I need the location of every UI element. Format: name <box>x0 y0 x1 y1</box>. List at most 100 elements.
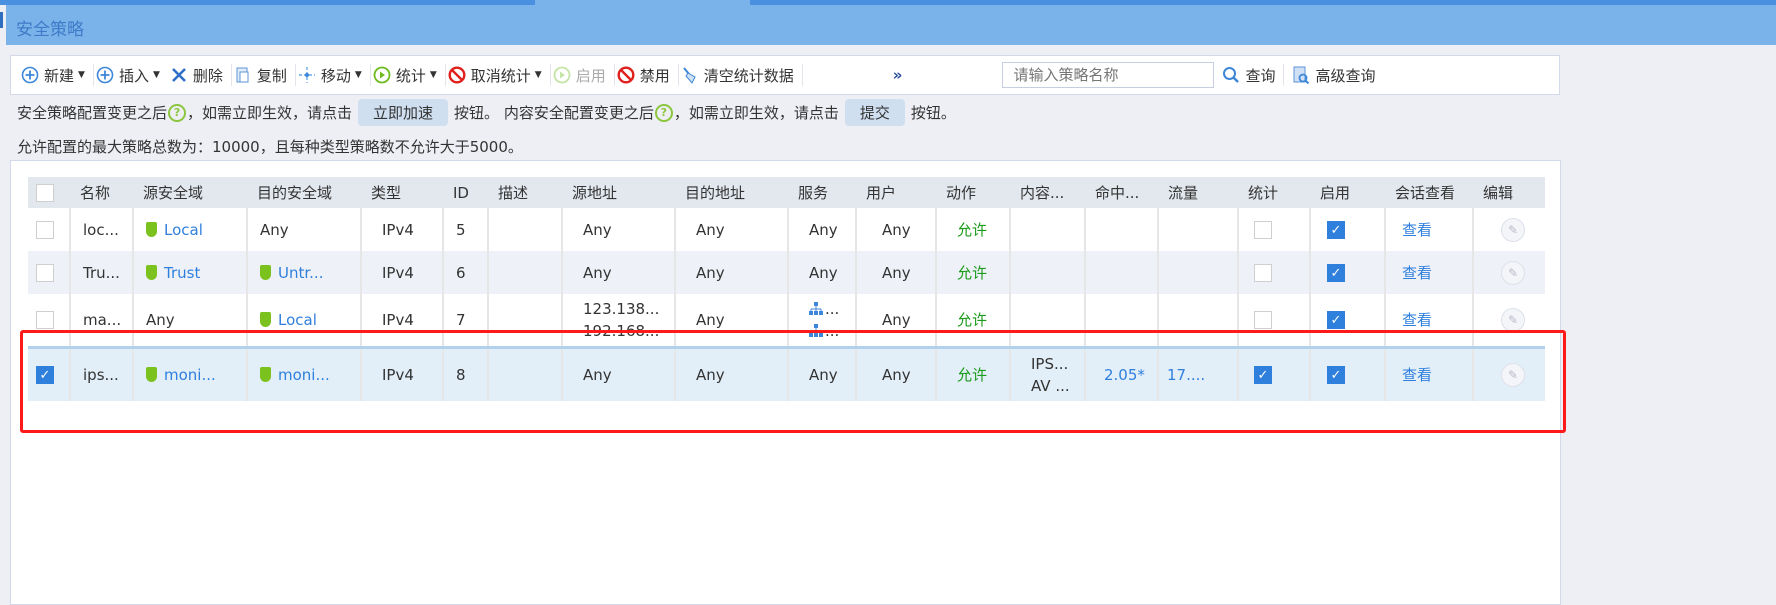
zone-link[interactable]: moni... <box>164 366 216 384</box>
help-icon[interactable]: ? <box>168 103 187 122</box>
toolbar-button-2[interactable]: 删除 <box>168 56 231 94</box>
edit-pencil-icon[interactable]: ✎ <box>1501 217 1525 242</box>
row-checkbox[interactable]: ✓ <box>36 366 54 385</box>
cell-stats <box>1238 294 1311 347</box>
select-all-checkbox[interactable] <box>36 183 54 202</box>
cell-edit: ✎ <box>1473 251 1545 294</box>
cell-line: IPS... <box>1031 354 1069 373</box>
table-row[interactable]: Tru... Trust Untr... IPv4 6 Any Any Any … <box>28 251 1545 294</box>
toolbar-button-9[interactable]: 清空统计数据 <box>679 56 802 94</box>
ban-icon <box>448 66 466 84</box>
help-icon[interactable]: ? <box>654 103 673 122</box>
column-header[interactable]: 用户 <box>856 177 936 208</box>
cell-hits[interactable] <box>1085 208 1159 251</box>
column-header[interactable]: 统计 <box>1238 177 1310 208</box>
cell-dst-addr: Any <box>675 294 789 347</box>
toolbar-button-label: 清空统计数据 <box>703 66 794 85</box>
shield-icon <box>146 366 157 382</box>
column-header[interactable]: 类型 <box>361 177 443 208</box>
toolbar-button-0[interactable]: 新建 ▼ <box>19 56 93 94</box>
cell-src-addr: Any <box>562 208 676 251</box>
session-view-link[interactable]: 查看 <box>1385 294 1474 347</box>
cell-traffic[interactable]: 17.... <box>1158 345 1239 401</box>
stats-checkbox[interactable] <box>1254 311 1272 330</box>
session-view-link[interactable]: 查看 <box>1385 345 1474 401</box>
side-handle <box>0 12 3 28</box>
cell-hits[interactable] <box>1085 294 1159 347</box>
column-header[interactable]: 服务 <box>788 177 856 208</box>
cell-user: Any <box>856 294 937 347</box>
cell-line: AV ... <box>1031 376 1070 395</box>
row-checkbox[interactable] <box>36 264 54 282</box>
stats-checkbox[interactable] <box>1254 264 1272 282</box>
column-header[interactable]: 内容... <box>1010 177 1085 208</box>
cell-traffic[interactable] <box>1158 208 1239 251</box>
submit-button[interactable]: 提交 <box>844 99 905 126</box>
column-header[interactable]: 动作 <box>936 177 1010 208</box>
cell-name: loc... <box>70 208 134 251</box>
edit-pencil-icon[interactable]: ✎ <box>1501 362 1525 387</box>
zone-link[interactable]: Local <box>278 311 317 329</box>
toolbar-button-4[interactable]: 移动 ▼ <box>296 56 370 94</box>
toolbar-button-label: 取消统计 <box>470 66 531 85</box>
cell-hits[interactable] <box>1085 251 1159 294</box>
play-circle-icon <box>553 66 571 84</box>
session-view-link[interactable]: 查看 <box>1385 208 1474 251</box>
toolbar-button-8[interactable]: 禁用 <box>615 56 678 94</box>
column-header[interactable]: 描述 <box>488 177 562 208</box>
cell-type: IPv4 <box>361 251 444 294</box>
advanced-query-button[interactable]: 高级查询 <box>1284 56 1383 94</box>
column-header[interactable]: 目的地址 <box>675 177 788 208</box>
enabled-checkbox[interactable]: ✓ <box>1327 264 1345 282</box>
table-row[interactable]: loc... Local Any IPv4 5 Any Any Any Any … <box>28 208 1545 251</box>
column-header[interactable]: 目的安全域 <box>247 177 361 208</box>
stats-checkbox[interactable] <box>1254 221 1272 239</box>
cell-content <box>1010 294 1086 347</box>
row-checkbox[interactable] <box>36 311 54 330</box>
caret-down-icon: ▼ <box>534 70 542 80</box>
edit-pencil-icon[interactable]: ✎ <box>1501 307 1525 332</box>
info-text: ，如需立即生效，请点击 <box>673 104 839 122</box>
table-row[interactable]: ✓ ips... moni... moni... IPv4 8 Any Any … <box>28 345 1545 401</box>
column-header[interactable]: 源安全域 <box>133 177 247 208</box>
zone-link[interactable]: Untr... <box>278 264 323 282</box>
enabled-checkbox[interactable]: ✓ <box>1327 366 1345 385</box>
query-button[interactable]: 查询 <box>1214 56 1283 94</box>
cell-enabled: ✓ <box>1310 294 1386 347</box>
search-input[interactable] <box>1002 62 1215 88</box>
stats-checkbox[interactable]: ✓ <box>1254 366 1272 385</box>
cell-traffic[interactable] <box>1158 251 1239 294</box>
column-header[interactable]: 名称 <box>70 177 133 208</box>
toolbar-button-5[interactable]: 统计 ▼ <box>371 56 445 94</box>
session-view-link[interactable]: 查看 <box>1385 251 1474 294</box>
cell-dst-zone: Local <box>247 294 362 347</box>
enabled-checkbox[interactable]: ✓ <box>1327 311 1345 330</box>
cell-id: 6 <box>443 251 489 294</box>
zone-link[interactable]: moni... <box>278 366 330 384</box>
enabled-checkbox[interactable]: ✓ <box>1327 221 1345 239</box>
column-header[interactable]: ID <box>443 177 488 208</box>
table-row[interactable]: ma... Any Local IPv4 7 123.138... 192.168… <box>28 294 1545 347</box>
more-button[interactable]: » <box>893 66 903 84</box>
column-header[interactable]: 命中... <box>1085 177 1158 208</box>
query-label: 查询 <box>1245 66 1276 85</box>
toolbar-button-7[interactable]: 启用 <box>551 56 614 94</box>
column-header[interactable]: 源地址 <box>562 177 675 208</box>
zone-link[interactable]: Local <box>164 221 203 239</box>
column-header[interactable]: 流量 <box>1158 177 1238 208</box>
toolbar-button-6[interactable]: 取消统计 ▼ <box>446 56 550 94</box>
column-header[interactable]: 启用 <box>1310 177 1385 208</box>
edit-pencil-icon[interactable]: ✎ <box>1501 260 1525 285</box>
cell-hits[interactable]: 2.05* <box>1085 345 1159 401</box>
toolbar-button-1[interactable]: 插入 ▼ <box>94 56 168 94</box>
cell-line: Any <box>809 365 838 384</box>
cell-traffic[interactable] <box>1158 294 1239 347</box>
cell-edit: ✎ <box>1473 294 1545 347</box>
column-header[interactable]: 会话查看 <box>1385 177 1473 208</box>
accelerate-button[interactable]: 立即加速 <box>358 99 449 126</box>
zone-link[interactable]: Trust <box>164 264 200 282</box>
cell-src-addr: Any <box>562 251 676 294</box>
row-checkbox[interactable] <box>36 221 54 239</box>
column-header[interactable]: 编辑 <box>1473 177 1545 208</box>
toolbar-button-3[interactable]: 复制 <box>232 56 295 94</box>
